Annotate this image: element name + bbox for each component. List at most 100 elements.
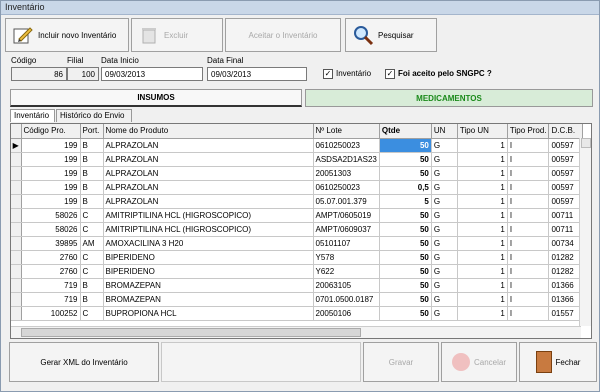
cell-qtde[interactable]: 50 <box>379 236 432 251</box>
cell-port[interactable]: C <box>80 208 104 223</box>
gerar-xml-button[interactable]: Gerar XML do Inventário <box>9 342 159 382</box>
table-row[interactable]: 2760 C BIPERIDENO Y622 50 G 1 I 01282 <box>11 264 584 279</box>
cell-tipo-un[interactable]: 1 <box>457 166 508 181</box>
cell-tipo-un[interactable]: 1 <box>457 208 508 223</box>
cell-un[interactable]: G <box>431 138 458 153</box>
cell-lote[interactable]: ASDSA2D1AS23 <box>313 152 380 167</box>
header-tipo-un[interactable]: Tipo UN <box>457 124 508 139</box>
cell-lote[interactable]: 20063105 <box>313 278 380 293</box>
scroll-thumb[interactable] <box>21 328 361 337</box>
cell-port[interactable]: B <box>80 152 104 167</box>
data-inicio-field[interactable]: 09/03/2013 <box>101 67 203 81</box>
tab-inventario[interactable]: Inventário <box>10 109 55 122</box>
cell-codigo[interactable]: 2760 <box>21 250 81 265</box>
incluir-button[interactable]: Incluir novo Inventário <box>5 18 129 52</box>
table-row[interactable]: 199 B ALPRAZOLAN 0610250023 0,5 G 1 I 00597 <box>11 180 584 195</box>
cell-lote[interactable]: 05101107 <box>313 236 380 251</box>
table-row[interactable]: 58026 C AMITRIPTILINA HCL (HIGROSCOPICO) AM… <box>11 208 584 223</box>
cell-codigo[interactable]: 199 <box>21 152 81 167</box>
cell-codigo[interactable]: 2760 <box>21 264 81 279</box>
cell-un[interactable]: G <box>431 292 458 307</box>
cell-dcb[interactable]: 01366 <box>548 292 584 307</box>
cell-port[interactable]: B <box>80 194 104 209</box>
cell-qtde[interactable]: 50 <box>379 208 432 223</box>
scroll-up-icon[interactable] <box>581 138 591 148</box>
cell-codigo[interactable]: 39895 <box>21 236 81 251</box>
row-indicator[interactable] <box>11 208 22 223</box>
cell-un[interactable]: G <box>431 236 458 251</box>
cell-tipo-un[interactable]: 1 <box>457 250 508 265</box>
table-row[interactable]: 719 B BROMAZEPAN 20063105 50 G 1 I 01366 <box>11 278 584 293</box>
cell-nome[interactable]: ALPRAZOLAN <box>103 138 314 153</box>
cell-codigo[interactable]: 58026 <box>21 208 81 223</box>
cell-nome[interactable]: BUPROPIONA HCL <box>103 306 314 321</box>
row-indicator[interactable] <box>11 250 22 265</box>
tab-insumos[interactable]: INSUMOS <box>10 89 302 107</box>
cell-codigo[interactable]: 719 <box>21 292 81 307</box>
cell-dcb[interactable]: 00597 <box>548 166 584 181</box>
cell-tipo-prod[interactable]: I <box>507 236 550 251</box>
inventario-checkbox[interactable]: ✓ <box>323 69 333 79</box>
cell-port[interactable]: B <box>80 292 104 307</box>
cell-lote[interactable]: AMPT/0605019 <box>313 208 380 223</box>
cell-qtde[interactable]: 5 <box>379 194 432 209</box>
cell-tipo-prod[interactable]: I <box>507 208 550 223</box>
row-indicator[interactable] <box>11 180 22 195</box>
cell-qtde[interactable]: 50 <box>379 138 432 153</box>
table-row[interactable]: ▶ 199 B ALPRAZOLAN 0610250023 50 G 1 I 00597 <box>11 138 584 153</box>
cell-qtde[interactable]: 50 <box>379 264 432 279</box>
cell-tipo-un[interactable]: 1 <box>457 264 508 279</box>
row-indicator[interactable] <box>11 264 22 279</box>
cell-codigo[interactable]: 719 <box>21 278 81 293</box>
cell-lote[interactable]: AMPT/0609037 <box>313 222 380 237</box>
cell-port[interactable]: B <box>80 278 104 293</box>
cell-tipo-prod[interactable]: I <box>507 194 550 209</box>
cell-tipo-un[interactable]: 1 <box>457 222 508 237</box>
cell-tipo-prod[interactable]: I <box>507 166 550 181</box>
cell-lote[interactable]: 0610250023 <box>313 138 380 153</box>
row-indicator[interactable] <box>11 292 22 307</box>
current-row-indicator-icon[interactable]: ▶ <box>11 138 22 153</box>
header-qtde[interactable]: Qtde <box>379 124 432 139</box>
table-row[interactable]: 2760 C BIPERIDENO Y578 50 G 1 I 01282 <box>11 250 584 265</box>
pesquisar-button[interactable]: Pesquisar <box>345 18 437 52</box>
cell-un[interactable]: G <box>431 264 458 279</box>
cell-port[interactable]: C <box>80 222 104 237</box>
cell-tipo-prod[interactable]: I <box>507 306 550 321</box>
table-row[interactable]: 199 B ALPRAZOLAN ASDSA2D1AS23 50 G 1 I 00597 <box>11 152 584 167</box>
cell-dcb[interactable]: 00734 <box>548 236 584 251</box>
cell-dcb[interactable]: 00597 <box>548 180 584 195</box>
cell-un[interactable]: G <box>431 306 458 321</box>
cell-nome[interactable]: ALPRAZOLAN <box>103 194 314 209</box>
cell-lote[interactable]: 05.07.001.379 <box>313 194 380 209</box>
cell-nome[interactable]: AMOXACILINA 3 H20 <box>103 236 314 251</box>
row-indicator[interactable] <box>11 278 22 293</box>
cell-dcb[interactable]: 00597 <box>548 138 584 153</box>
cell-qtde[interactable]: 50 <box>379 152 432 167</box>
tab-historico[interactable]: Histórico do Envio <box>56 109 132 122</box>
table-row[interactable]: 199 B ALPRAZOLAN 20051303 50 G 1 I 00597 <box>11 166 584 181</box>
cell-tipo-prod[interactable]: I <box>507 250 550 265</box>
cell-nome[interactable]: BIPERIDENO <box>103 250 314 265</box>
cell-lote[interactable]: 20051303 <box>313 166 380 181</box>
cell-codigo[interactable]: 199 <box>21 194 81 209</box>
cell-lote[interactable]: 20050106 <box>313 306 380 321</box>
cell-nome[interactable]: BROMAZEPAN <box>103 278 314 293</box>
cell-nome[interactable]: BROMAZEPAN <box>103 292 314 307</box>
cell-port[interactable]: AM <box>80 236 104 251</box>
aceitar-button[interactable]: Aceitar o Inventário <box>225 18 341 52</box>
header-nome[interactable]: Nome do Produto <box>103 124 314 139</box>
cell-qtde[interactable]: 50 <box>379 306 432 321</box>
filial-field[interactable]: 100 <box>67 67 99 81</box>
cell-un[interactable]: G <box>431 208 458 223</box>
cell-un[interactable]: G <box>431 194 458 209</box>
cell-dcb[interactable]: 01557 <box>548 306 584 321</box>
cell-dcb[interactable]: 01282 <box>548 250 584 265</box>
header-un[interactable]: UN <box>431 124 458 139</box>
header-port[interactable]: Port. <box>80 124 104 139</box>
cell-tipo-prod[interactable]: I <box>507 222 550 237</box>
cell-tipo-un[interactable]: 1 <box>457 138 508 153</box>
cell-tipo-un[interactable]: 1 <box>457 152 508 167</box>
cell-tipo-prod[interactable]: I <box>507 264 550 279</box>
cell-nome[interactable]: ALPRAZOLAN <box>103 152 314 167</box>
